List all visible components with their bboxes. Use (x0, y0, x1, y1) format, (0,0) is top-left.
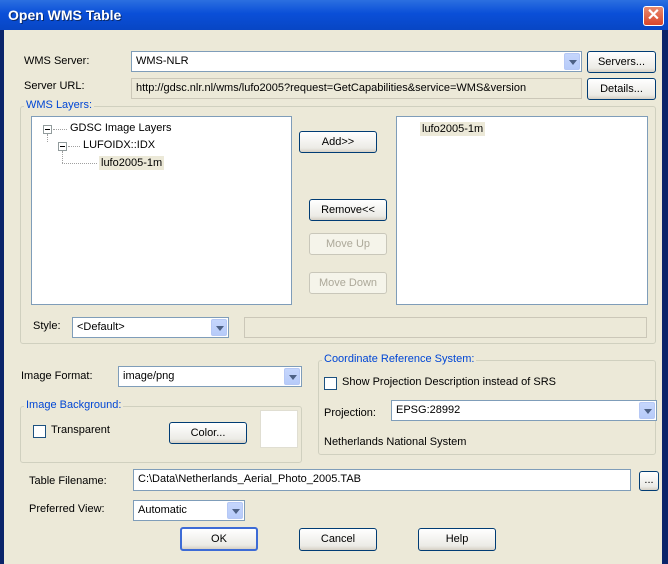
projection-description: Netherlands National System (324, 436, 467, 448)
preferred-view-value: Automatic (138, 504, 187, 516)
add-button-label: Add>> (321, 136, 355, 148)
tree-connector (47, 134, 48, 142)
chevron-down-icon[interactable] (211, 319, 227, 336)
servers-button[interactable]: Servers... (587, 51, 656, 73)
projection-select[interactable]: EPSG:28992 (391, 400, 657, 421)
projection-label: Projection: (324, 407, 376, 419)
selected-layer-item[interactable]: lufo2005-1m (420, 122, 486, 136)
selected-layers-list[interactable]: lufo2005-1m (396, 116, 648, 305)
style-select[interactable]: <Default> (72, 317, 229, 338)
move-up-button[interactable]: Move Up (309, 233, 387, 255)
show-description-label: Show Projection Description instead of S… (342, 376, 556, 388)
close-button[interactable]: ✕ (643, 6, 664, 26)
available-layers-tree[interactable]: GDSC Image Layers LUFOIDX::IDX lufo2005-… (31, 116, 292, 305)
projection-value: EPSG:28992 (396, 404, 461, 416)
image-format-label: Image Format: (21, 370, 93, 382)
dialog-body: WMS Server: WMS-NLR Servers... Server UR… (4, 30, 662, 564)
tree-connector (53, 129, 67, 130)
server-url-value: http://gdsc.nlr.nl/wms/lufo2005?request=… (136, 82, 527, 94)
wms-server-select[interactable]: WMS-NLR (131, 51, 582, 72)
collapse-icon[interactable] (58, 142, 67, 151)
table-filename-label: Table Filename: (29, 475, 107, 487)
collapse-icon[interactable] (43, 125, 52, 134)
crs-label: Coordinate Reference System: (322, 353, 477, 365)
dialog-title: Open WMS Table (8, 7, 122, 23)
add-button[interactable]: Add>> (299, 131, 377, 153)
server-url-label: Server URL: (24, 80, 85, 92)
tree-node-lufoidx[interactable]: LUFOIDX::IDX (83, 139, 155, 151)
preferred-view-label: Preferred View: (29, 503, 105, 515)
move-down-button-label: Move Down (318, 277, 378, 289)
chevron-down-icon[interactable] (564, 53, 580, 70)
color-button[interactable]: Color... (169, 422, 247, 444)
cancel-button[interactable]: Cancel (299, 528, 377, 551)
tree-connector (68, 146, 80, 147)
transparent-checkbox[interactable] (33, 425, 46, 438)
details-button[interactable]: Details... (587, 78, 656, 100)
preferred-view-select[interactable]: Automatic (133, 500, 245, 521)
style-value: <Default> (77, 321, 125, 333)
style-description-field (244, 317, 647, 338)
title-bar[interactable]: Open WMS Table ✕ (0, 0, 668, 30)
tree-node-gdsc[interactable]: GDSC Image Layers (70, 122, 171, 134)
chevron-down-icon[interactable] (227, 502, 243, 519)
show-description-checkbox[interactable] (324, 377, 337, 390)
remove-button-label: Remove<< (321, 204, 375, 216)
ok-button-label: OK (211, 533, 227, 545)
chevron-down-icon[interactable] (284, 368, 300, 385)
open-wms-table-dialog: Open WMS Table ✕ WMS Server: WMS-NLR Ser… (0, 0, 668, 564)
tree-node-lufo2005[interactable]: lufo2005-1m (99, 156, 165, 170)
tree-connector (62, 151, 63, 163)
ok-button[interactable]: OK (180, 527, 258, 551)
image-format-value: image/png (123, 370, 175, 382)
close-icon: ✕ (646, 7, 661, 24)
table-filename-input[interactable]: C:\Data\Netherlands_Aerial_Photo_2005.TA… (133, 469, 631, 491)
image-background-label: Image Background: (24, 399, 124, 411)
move-down-button[interactable]: Move Down (309, 272, 387, 294)
color-button-label: Color... (190, 427, 226, 439)
chevron-down-icon[interactable] (639, 402, 655, 419)
style-label: Style: (33, 320, 61, 332)
remove-button[interactable]: Remove<< (309, 199, 387, 221)
transparent-label: Transparent (51, 424, 110, 436)
table-filename-value: C:\Data\Netherlands_Aerial_Photo_2005.TA… (138, 473, 361, 485)
browse-button[interactable]: ... (639, 471, 659, 491)
wms-server-value: WMS-NLR (136, 55, 189, 67)
wms-layers-label: WMS Layers: (24, 99, 95, 111)
image-format-select[interactable]: image/png (118, 366, 302, 387)
tree-connector (62, 163, 97, 164)
server-url-field: http://gdsc.nlr.nl/wms/lufo2005?request=… (131, 78, 582, 99)
color-swatch[interactable] (260, 410, 298, 448)
cancel-button-label: Cancel (320, 533, 356, 545)
help-button[interactable]: Help (418, 528, 496, 551)
move-up-button-label: Move Up (325, 238, 371, 250)
wms-server-label: WMS Server: (24, 55, 90, 67)
help-button-label: Help (445, 533, 469, 545)
